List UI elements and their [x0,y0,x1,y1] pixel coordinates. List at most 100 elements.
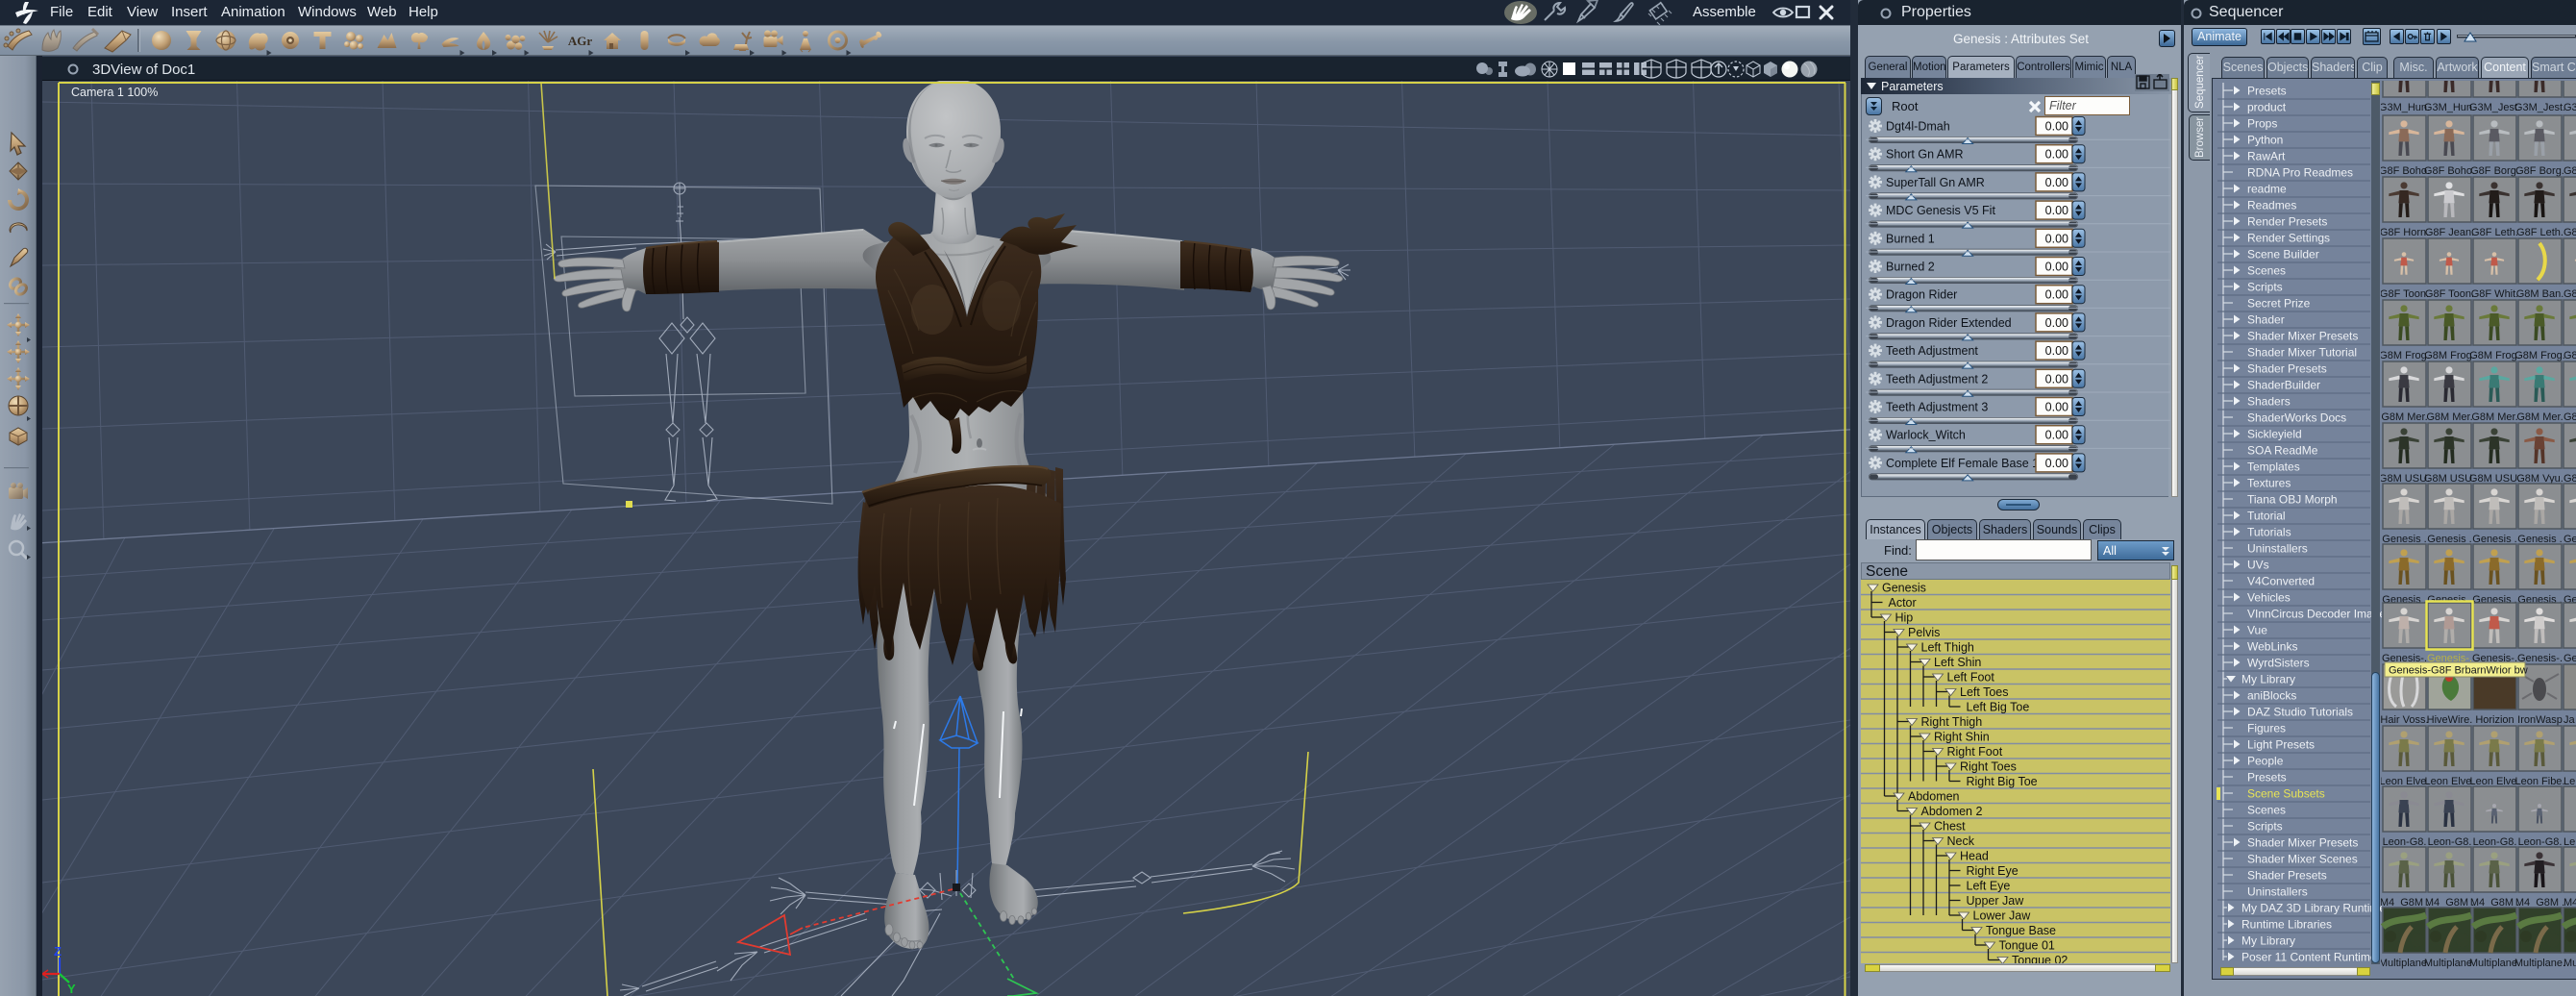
svg-text:G8: G8 [2564,350,2576,361]
svg-text:G8: G8 [2564,411,2576,423]
svg-text:Textures: Textures [2247,477,2291,490]
svg-text:G8M USU.: G8M USU. [2469,473,2520,485]
svg-text:Tiana OBJ Morph: Tiana OBJ Morph [2247,493,2338,507]
svg-text:Z: Z [54,944,62,959]
svg-text:Short Gn AMR: Short Gn AMR [1886,148,1964,162]
svg-text:Warlock_Witch: Warlock_Witch [1886,429,1966,442]
svg-text:VInnCircus Decoder Image: VInnCircus Decoder Image [2247,608,2382,621]
svg-text:RDNA Pro Readmes: RDNA Pro Readmes [2247,166,2353,180]
svg-text:Tongue 01: Tongue 01 [1999,939,2055,953]
svg-text:Teeth Adjustment 3: Teeth Adjustment 3 [1886,401,1988,414]
svg-text:Uninstallers: Uninstallers [2247,542,2308,556]
svg-text:G8M Mer.: G8M Mer. [2516,411,2563,423]
svg-text:Le: Le [2564,776,2575,787]
svg-text:G8F Borg.: G8F Borg. [2515,165,2564,177]
svg-text:Genesis .: Genesis . [2427,534,2471,545]
svg-text:G8: G8 [2564,288,2576,300]
svg-text:G8F Toon.: G8F Toon. [2381,288,2429,300]
svg-text:Dgt4l-Dmah: Dgt4l-Dmah [1886,120,1950,134]
svg-text:Le: Le [2564,836,2575,848]
svg-text:Light Presets: Light Presets [2247,738,2315,752]
svg-text:M4_G8M .: M4_G8M . [2381,897,2429,909]
svg-text:SuperTall Gn AMR: SuperTall Gn AMR [1886,176,1985,189]
svg-text:Complete Elf Female Base 1: Complete Elf Female Base 1 [1886,457,2039,470]
svg-text:0.00: 0.00 [2045,429,2068,442]
svg-text:0.00: 0.00 [2045,120,2068,134]
svg-text:G8M Mer.: G8M Mer. [2381,411,2427,423]
svg-text:Tutorial: Tutorial [2247,510,2286,523]
svg-text:Left Big Toe: Left Big Toe [1967,701,2030,714]
svg-text:ShaderBuilder: ShaderBuilder [2247,379,2320,392]
svg-text:Right Shin: Right Shin [1934,731,1990,744]
svg-text:V4Converted: V4Converted [2247,575,2315,588]
svg-text:G8F Leth.: G8F Leth. [2471,227,2518,238]
svg-text:Genesis-G8F BrbarnWrior bw: Genesis-G8F BrbarnWrior bw [2389,665,2528,677]
svg-text:G8F Whit.: G8F Whit. [2471,288,2519,300]
svg-text:G3M_Jest.: G3M_Jest. [2514,102,2565,113]
svg-text:Runtime Libraries: Runtime Libraries [2242,918,2332,932]
svg-text:Camera 1 100%: Camera 1 100% [71,86,158,99]
svg-text:Leon Elve.: Leon Elve. [2425,776,2475,787]
svg-text:Scripts: Scripts [2247,281,2283,294]
svg-text:Right Toes: Right Toes [1960,760,2017,774]
svg-text:Tongue 02: Tongue 02 [2012,954,2068,963]
svg-text:G8M Frog.: G8M Frog. [2514,350,2565,361]
svg-text:Secret Prize: Secret Prize [2247,297,2311,311]
svg-text:Tongue Base: Tongue Base [1986,924,2056,937]
svg-text:Right Eye: Right Eye [1967,864,2019,878]
svg-text:M4: M4 [2564,897,2576,909]
svg-text:product: product [2247,101,2287,114]
svg-text:Scene Builder: Scene Builder [2247,248,2319,261]
svg-text:My Library: My Library [2242,673,2295,686]
svg-text:Leon Fibe.: Leon Fibe. [2515,776,2565,787]
svg-text:0.00: 0.00 [2045,372,2068,386]
svg-text:Shader Mixer Presets: Shader Mixer Presets [2247,330,2358,343]
svg-text:Leon-G8.: Leon-G8. [2383,836,2427,848]
svg-text:M4_G8M .: M4_G8M . [2515,897,2564,909]
svg-text:Left Shin: Left Shin [1934,656,1981,669]
svg-text:Multiplane.: Multiplane. [2514,958,2565,969]
svg-text:G8: G8 [2564,473,2576,485]
svg-text:Vehicles: Vehicles [2247,591,2291,605]
svg-text:0.00: 0.00 [2045,148,2068,162]
svg-text:G3: G3 [2564,102,2576,113]
svg-text:RawArt: RawArt [2247,150,2286,163]
svg-text:Genesis .: Genesis . [2472,534,2516,545]
svg-text:G3M_Jest.: G3M_Jest. [2469,102,2520,113]
svg-text:Scripts: Scripts [2247,820,2283,834]
svg-text:Sickleyield: Sickleyield [2247,428,2302,441]
svg-text:G8M Vyu.: G8M Vyu. [2516,473,2564,485]
svg-text:Left Foot: Left Foot [1947,671,1995,685]
svg-text:G8M Frog.: G8M Frog. [2381,350,2430,361]
svg-text:Hip: Hip [1895,611,1914,625]
svg-text:Left Toes: Left Toes [1960,685,2009,699]
svg-text:0.00: 0.00 [2045,288,2068,302]
svg-text:Leon Elve.: Leon Elve. [2470,776,2520,787]
svg-text:G8: G8 [2564,227,2576,238]
svg-text:Vue: Vue [2247,624,2267,637]
svg-text:Leon-G8.: Leon-G8. [2473,836,2517,848]
svg-text:Props: Props [2247,117,2277,131]
svg-text:Scenes: Scenes [2247,264,2286,278]
svg-text:WebLinks: WebLinks [2247,640,2297,654]
svg-text:Right Thigh: Right Thigh [1921,715,1983,729]
svg-text:Genesis .: Genesis . [2382,534,2426,545]
svg-text:Shader Mixer Tutorial: Shader Mixer Tutorial [2247,346,2357,360]
svg-text:Shaders: Shaders [2247,395,2291,409]
svg-text:Y: Y [67,982,76,996]
svg-text:Neck: Neck [1947,834,1975,848]
svg-text:Render Presets: Render Presets [2247,215,2327,229]
svg-text:Scene Subsets: Scene Subsets [2247,787,2325,801]
svg-text:Abdomen 2: Abdomen 2 [1921,805,1983,818]
svg-text:Readmes: Readmes [2247,199,2296,212]
svg-text:G8F Leth.: G8F Leth. [2516,227,2564,238]
svg-text:Ja: Ja [2564,714,2576,726]
svg-text:readme: readme [2247,183,2287,196]
svg-text:Abdomen: Abdomen [1908,790,1960,804]
svg-text:0.00: 0.00 [2045,204,2068,217]
svg-text:Ge: Ge [2564,534,2576,545]
svg-text:Scenes: Scenes [2247,804,2286,817]
svg-text:0.00: 0.00 [2045,261,2068,274]
svg-text:Multiplane.: Multiplane. [2424,958,2475,969]
svg-text:G8F Toon.: G8F Toon. [2425,288,2474,300]
